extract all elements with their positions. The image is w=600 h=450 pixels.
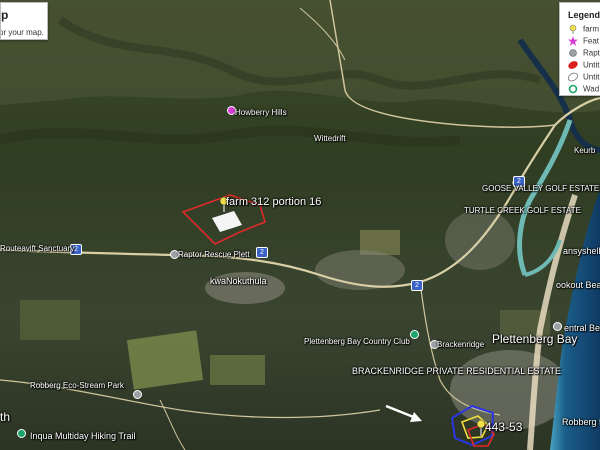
yellow-pin-icon (568, 24, 578, 34)
legend-item-label: Feat (583, 36, 600, 46)
legend-item[interactable]: Untit (567, 72, 600, 84)
label-brackenridge: Brackenridge (437, 340, 485, 349)
grey-circle-icon[interactable] (133, 390, 142, 399)
label-turtle-creek: TURTLE CREEK GOLF ESTATE (464, 206, 581, 215)
legend-item[interactable]: farm (568, 24, 599, 36)
map-description: or your map. (0, 28, 44, 37)
label-brackenridge-estate: BRACKENRIDGE PRIVATE RESIDENTIAL ESTATE (352, 366, 562, 376)
legend-item[interactable]: Feat (568, 36, 599, 48)
legend-item-label: Untit (583, 60, 600, 70)
label-plot[interactable]: 443-53 (485, 420, 522, 434)
town-plettenberg (450, 350, 570, 430)
grey-circle-icon (568, 48, 578, 58)
legend-item[interactable]: Rapt (568, 48, 600, 60)
legend-item-label: Rapt (583, 48, 600, 58)
label-ansyshell: ansyshell B (563, 246, 600, 256)
label-robberg5: Robberg 5 (562, 417, 600, 427)
label-howberry-hills: Howberry Hills (235, 108, 287, 117)
label-lookout-beach: ookout Beach (556, 280, 600, 290)
label-robberg-park: Robberg Eco-Stream Park (30, 381, 124, 390)
map-title: p (1, 8, 9, 22)
road-shield: 2 (411, 280, 423, 291)
farmland-patch (126, 330, 204, 390)
green-circle-icon[interactable] (410, 330, 419, 339)
label-sanctuary: Routeavift Sanctuary (0, 244, 75, 253)
label-goose-valley: GOOSE VALLEY GOLF ESTATE (482, 184, 600, 193)
label-kwanokuthula: kwaNokuthula (210, 276, 267, 286)
pink-star-icon (568, 36, 578, 46)
label-farm[interactable]: farm 312 portion 16 (226, 196, 321, 208)
label-plettenberg-bay: Plettenberg Bay (492, 332, 578, 346)
grey-circle-icon[interactable] (553, 322, 562, 331)
legend-item[interactable]: Wad (568, 84, 600, 95)
legend-panel[interactable]: Legend farm Feat Rapt Untit Untit Wad (559, 2, 600, 96)
legend-item[interactable]: Untit (568, 60, 599, 72)
road-shield: 2 (256, 247, 268, 258)
label-plett-country-club: Plettenberg Bay Country Club (304, 337, 410, 346)
legend-item-label: Wad (583, 84, 600, 94)
green-circle-icon[interactable] (17, 429, 26, 438)
label-raptor-rescue: Raptor Rescue Plett (178, 250, 250, 259)
label-keurbooms: Keurb (574, 146, 596, 155)
legend-title: Legend (568, 10, 600, 20)
label-edge-th: th (0, 410, 11, 424)
red-polygon-icon (568, 60, 578, 70)
label-wittedrift: Wittedrift (314, 134, 346, 143)
map-info-panel[interactable]: p or your map. (0, 2, 48, 40)
white-polygon-icon (567, 72, 579, 82)
green-circle-icon (568, 84, 578, 94)
legend-item-label: farm (583, 24, 599, 34)
legend-item-label: Untit (583, 72, 600, 82)
label-inqua-trail: Inqua Multiday Hiking Trail (30, 431, 136, 441)
